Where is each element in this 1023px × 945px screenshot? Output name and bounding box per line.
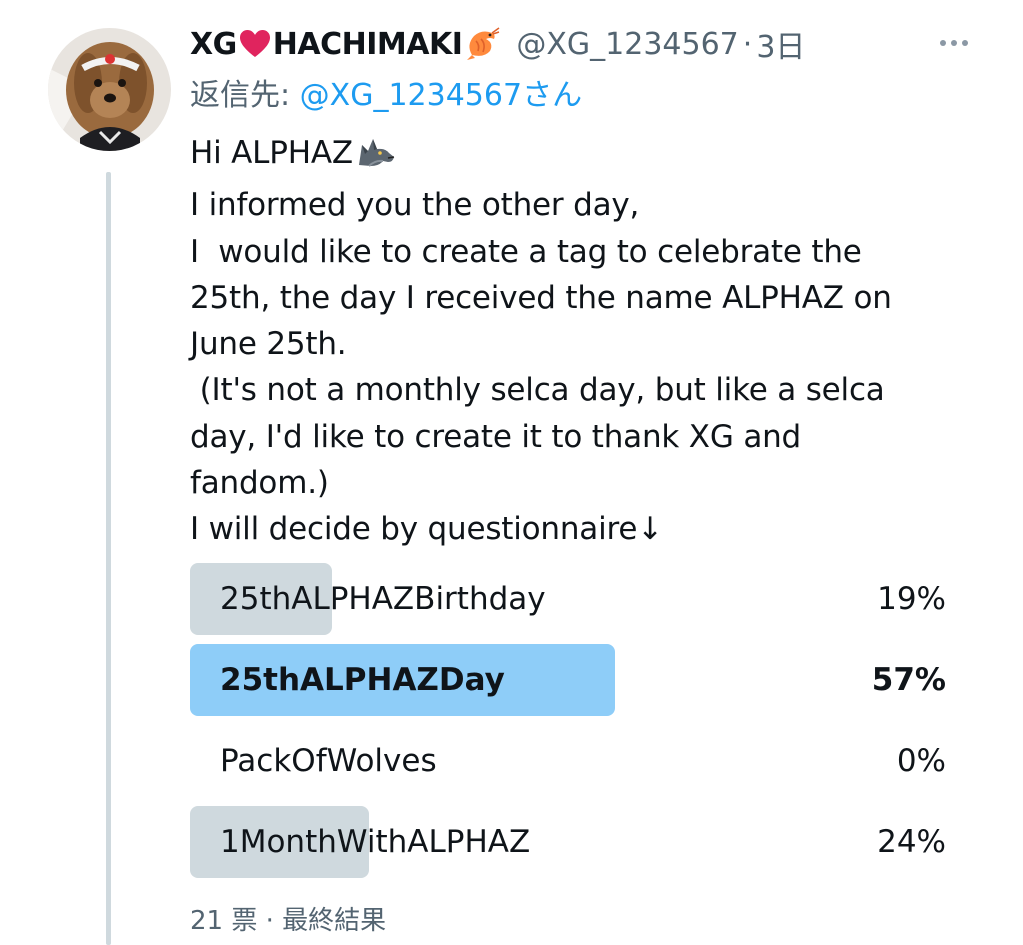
- display-name[interactable]: XG HACHIMAKI: [190, 27, 502, 62]
- poll-option-label: 25thALPHAZDay: [220, 662, 505, 698]
- tweet-text-line: I informed you the other day,: [190, 187, 640, 224]
- heart-icon: [239, 29, 271, 59]
- poll-option-percent: 0%: [896, 743, 946, 779]
- reply-handle-link[interactable]: @XG_1234567さん: [300, 78, 582, 113]
- tweet-text-line: (It's not a monthly selca day, but like …: [190, 372, 885, 409]
- tweet-timestamp[interactable]: 3日: [756, 22, 805, 66]
- shrimp-icon: [464, 27, 500, 61]
- poll-option[interactable]: 25thALPHAZBirthday 19%: [190, 563, 950, 635]
- poll-footer: 21 票 · 最終結果: [190, 906, 387, 936]
- poll-option-percent: 57%: [871, 662, 946, 698]
- poll-option-label: PackOfWolves: [220, 743, 437, 779]
- tweet-text-line: I would like to create a tag to celebrat…: [190, 233, 862, 270]
- tweet-text-line: day, I'd like to create it to thank XG a…: [190, 418, 802, 455]
- poll-option-percent: 24%: [877, 824, 946, 860]
- poll: 25thALPHAZBirthday 19% 25thALPHAZDay 57%…: [190, 563, 950, 887]
- more-dot-icon: [951, 40, 957, 46]
- poll-option[interactable]: 25thALPHAZDay 57%: [190, 644, 950, 716]
- tweet-header: XG HACHIMAKI @XG_1234567 · 3日: [190, 22, 805, 66]
- tweet-text-line: June 25th.: [190, 326, 347, 363]
- tweet-text: Hi ALPHAZ I informed you the other day, …: [190, 130, 990, 553]
- thread-line: [106, 172, 111, 945]
- poll-option[interactable]: 1MonthWithALPHAZ 24%: [190, 806, 950, 878]
- display-name-part1: XG: [190, 26, 237, 62]
- more-dot-icon: [962, 40, 968, 46]
- reply-context: 返信先: @XG_1234567さん: [190, 70, 582, 114]
- display-name-part2: HACHIMAKI: [272, 26, 463, 62]
- poll-option[interactable]: PackOfWolves 0%: [190, 725, 950, 797]
- avatar[interactable]: [48, 28, 171, 151]
- wolf-icon: [355, 135, 395, 182]
- header-separator: ·: [742, 26, 753, 62]
- tweet-text-line: 25th, the day I received the name ALPHAZ…: [190, 279, 892, 316]
- tweet-text-line: I will decide by questionnaire↓: [190, 511, 664, 548]
- reply-prefix: 返信先:: [190, 78, 300, 113]
- tweet-text-line: fandom.): [190, 465, 329, 502]
- tweet-text-line: Hi ALPHAZ: [190, 130, 990, 182]
- poll-option-label: 1MonthWithALPHAZ: [220, 824, 531, 860]
- poll-option-percent: 19%: [877, 581, 946, 617]
- more-options-button[interactable]: [932, 28, 976, 58]
- poll-option-label: 25thALPHAZBirthday: [220, 581, 546, 617]
- author-handle[interactable]: @XG_1234567: [516, 27, 738, 62]
- more-dot-icon: [940, 40, 946, 46]
